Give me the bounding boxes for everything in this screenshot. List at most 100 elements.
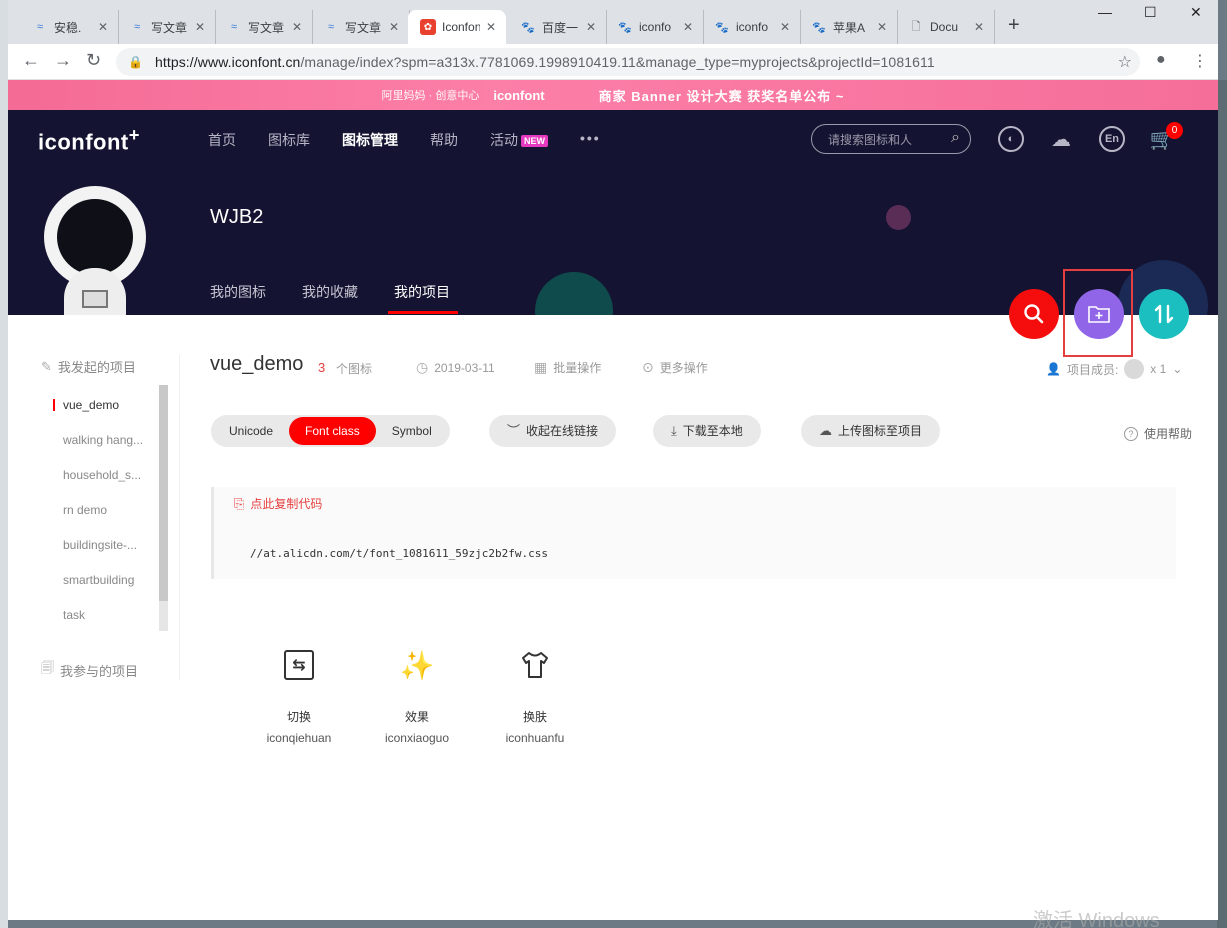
minimize-icon[interactable]: — xyxy=(1098,4,1112,20)
address-bar[interactable]: 🔒 https://www.iconfont.cn/manage/index?s… xyxy=(116,48,1140,76)
list-item[interactable]: walking hang... xyxy=(50,428,150,463)
back-icon[interactable]: ← xyxy=(22,50,40,71)
promo-banner[interactable]: 阿里妈妈 · 创意中心 iconfont 商家 Banner 设计大赛 获奖名单… xyxy=(8,80,1218,110)
menu-kebab-icon[interactable]: ⋮ xyxy=(1192,51,1208,71)
browser-tab[interactable]: 🐾 iconfo ✕ xyxy=(702,10,802,44)
icon-card[interactable]: ✨ 效果 iconxiaoguo xyxy=(358,640,476,746)
decor-circle xyxy=(886,205,911,230)
site-logo[interactable]: iconfont+ xyxy=(38,124,140,155)
list-item[interactable]: task xyxy=(50,603,150,638)
tab-title: Iconfont xyxy=(442,20,480,34)
close-icon[interactable]: ✕ xyxy=(98,20,108,34)
upload-cloud-icon[interactable]: ☁ xyxy=(1048,126,1074,152)
close-icon[interactable]: ✕ xyxy=(780,20,790,34)
nav-icon-library[interactable]: 图标库 xyxy=(268,130,310,150)
copy-code-button[interactable]: ⎘ 点此复制代码 xyxy=(234,495,322,512)
language-icon[interactable]: En xyxy=(1099,126,1125,152)
close-icon[interactable]: ✕ xyxy=(486,20,496,34)
baidu-favicon-icon: 🐾 xyxy=(521,21,535,34)
icon-card[interactable]: 换肤 iconhuanfu xyxy=(476,640,594,745)
tab-symbol[interactable]: Symbol xyxy=(376,417,448,445)
close-icon[interactable]: ✕ xyxy=(389,20,399,34)
nav-help[interactable]: 帮助 xyxy=(430,130,458,150)
close-icon[interactable]: ✕ xyxy=(195,20,205,34)
close-icon[interactable]: ✕ xyxy=(292,20,302,34)
close-icon[interactable]: ✕ xyxy=(974,20,984,34)
project-members[interactable]: 👤 项目成员: x 1 ⌄ xyxy=(1046,359,1182,379)
github-icon[interactable]: ◐ xyxy=(998,126,1024,152)
initiated-projects-header[interactable]: ✎ 我发起的项目 xyxy=(41,357,136,376)
decor-circle xyxy=(535,272,613,315)
copy-icon: ⎘ xyxy=(234,495,245,511)
tab-title: 写文章 xyxy=(248,20,285,35)
tab-my-favorites[interactable]: 我的收藏 xyxy=(302,282,358,302)
browser-tab[interactable]: ≈ 写文章 ✕ xyxy=(214,10,314,44)
browser-tab[interactable]: 🗋 Docu ✕ xyxy=(896,10,996,44)
list-item[interactable]: smartbuilding xyxy=(50,568,150,603)
nav-icon-manage[interactable]: 图标管理 xyxy=(342,130,398,150)
format-switch: Unicode Font class Symbol xyxy=(211,415,450,447)
nav-activity[interactable]: 活动 NEW xyxy=(490,130,548,150)
nav-home[interactable]: 首页 xyxy=(208,130,236,150)
site-favicon-icon: ≈ xyxy=(133,21,141,33)
download-button[interactable]: ⤓ 下载至本地 xyxy=(653,415,761,447)
tab-title: 苹果A xyxy=(833,20,866,35)
user-name: WJB2 xyxy=(210,206,264,228)
project-date: ◷ 2019-03-11 xyxy=(416,359,495,375)
list-item[interactable]: household_s... xyxy=(50,463,150,498)
close-icon[interactable]: ✕ xyxy=(877,20,887,34)
tab-title: 安稳. xyxy=(54,20,82,35)
browser-tab[interactable]: ≈ 写文章 ✕ xyxy=(117,10,217,44)
collapse-link-button[interactable]: ︶ 收起在线链接 xyxy=(489,415,617,447)
browser-tab[interactable]: 🐾 百度一 ✕ xyxy=(508,10,608,44)
clock-icon: ◷ xyxy=(416,359,429,375)
upload-icons-button[interactable]: ☁ 上传图标至项目 xyxy=(801,415,941,447)
browser-tab-active[interactable]: ✿ Iconfont ✕ xyxy=(408,10,507,44)
url-text: https://www.iconfont.cn/manage/index?spm… xyxy=(154,54,935,70)
bookmark-star-icon[interactable]: ☆ xyxy=(1118,52,1132,72)
tab-unicode[interactable]: Unicode xyxy=(213,417,289,445)
sidebar-scroll-thumb[interactable] xyxy=(159,385,168,601)
tab-my-icons[interactable]: 我的图标 xyxy=(210,282,266,302)
banner-promo-text: 商家 Banner 设计大赛 获奖名单公布 ~ xyxy=(598,88,845,104)
doc-search-icon: 🗐 xyxy=(41,660,54,675)
members-count: x 1 xyxy=(1150,362,1167,376)
more-operations-button[interactable]: ⊙ 更多操作 xyxy=(642,359,708,376)
forward-icon[interactable]: → xyxy=(54,50,72,71)
more-nav-icon[interactable]: ••• xyxy=(580,130,601,150)
browser-tab[interactable]: 🐾 苹果A ✕ xyxy=(799,10,899,44)
reload-icon[interactable]: ↻ xyxy=(86,50,101,71)
lock-icon: 🔒 xyxy=(128,55,143,69)
eye-closed-icon: ︶ xyxy=(507,423,521,438)
tab-font-class[interactable]: Font class xyxy=(289,417,376,445)
icon-card[interactable]: ⇆ 切换 iconqiehuan xyxy=(240,640,358,745)
grid-icon: ▦ xyxy=(534,359,548,375)
browser-toolbar: ← → ↻ 🔒 https://www.iconfont.cn/manage/i… xyxy=(8,44,1218,80)
css-link-code[interactable]: //at.alicdn.com/t/font_1081611_59zjc2b2f… xyxy=(250,547,548,560)
window-close-icon[interactable]: ✕ xyxy=(1190,4,1202,21)
help-link[interactable]: ? 使用帮助 xyxy=(1124,425,1192,442)
baidu-favicon-icon: 🐾 xyxy=(812,21,826,34)
list-item[interactable]: rn demo xyxy=(50,498,150,533)
profile-icon[interactable]: ● xyxy=(1156,51,1166,69)
search-icon[interactable]: ⌕ xyxy=(951,129,960,147)
browser-tab[interactable]: 🐾 iconfo ✕ xyxy=(605,10,705,44)
list-item[interactable]: buildingsite-... xyxy=(50,533,150,568)
iconfont-favicon-icon: ✿ xyxy=(420,19,436,35)
tab-my-projects[interactable]: 我的项目 xyxy=(394,282,450,302)
avatar[interactable] xyxy=(44,186,146,316)
browser-window: ≈ 安稳. ✕ ≈ 写文章 ✕ ≈ 写文章 ✕ ≈ 写文章 ✕ ✿ Iconfont ✕ 🐾 百度一 ✕… xyxy=(8,0,1218,920)
browser-tab[interactable]: ≈ 安稳. ✕ xyxy=(20,10,120,44)
close-icon[interactable]: ✕ xyxy=(683,20,693,34)
joined-projects-header[interactable]: 🗐 我参与的项目 xyxy=(41,659,138,681)
icon-name: 效果 xyxy=(404,710,429,724)
batch-operation-button[interactable]: ▦ 批量操作 xyxy=(534,359,601,376)
header-search-input[interactable]: 请搜索图标和人 ⌕ xyxy=(811,124,971,154)
close-icon[interactable]: ✕ xyxy=(586,20,596,34)
browser-tab[interactable]: ≈ 写文章 ✕ xyxy=(311,10,411,44)
new-tab-icon[interactable]: + xyxy=(1008,14,1020,37)
maximize-icon[interactable]: ☐ xyxy=(1144,4,1157,21)
sparkle-effect-icon: ✨ xyxy=(399,649,435,681)
tab-title: 百度一 xyxy=(542,20,579,35)
list-item[interactable]: vue_demo xyxy=(50,393,150,428)
